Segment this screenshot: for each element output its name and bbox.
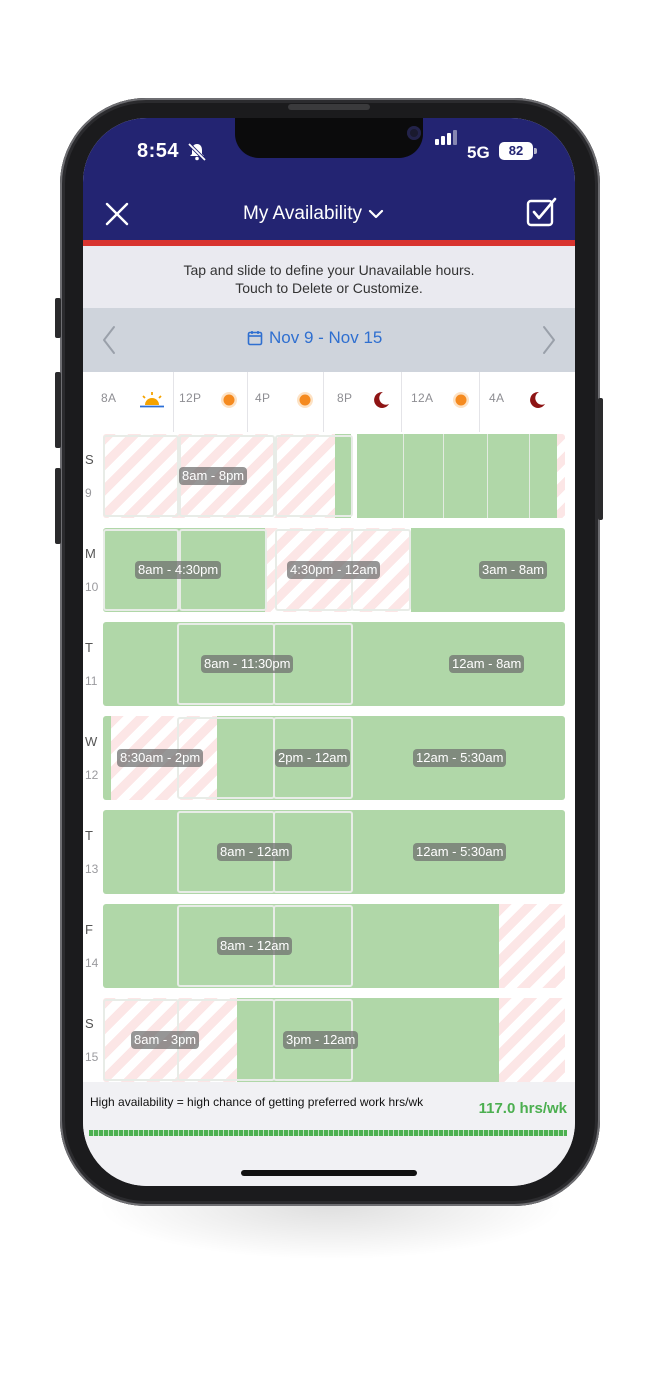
tick-label: 4A [489,391,505,405]
status-time: 8:54 [137,140,180,162]
sun-icon [221,392,237,408]
axis-separator [479,372,480,432]
day-letter: S [85,452,94,467]
sunrise-icon [140,392,164,408]
day-letter: F [85,922,93,937]
day-letter: W [85,734,98,749]
day-number: 13 [85,862,99,876]
chevron-left-icon[interactable] [99,324,119,356]
week-navigator: Nov 9 - Nov 15 [83,308,575,372]
unavailable-segment[interactable] [499,998,565,1082]
earpiece-speaker [288,104,370,110]
day-row-mon-10[interactable]: 8am - 4:30pm 4:30pm - 12am 3am - 8am [103,528,565,612]
availability-summary: High availability = high chance of getti… [83,1082,575,1186]
instructions-line-2: Touch to Delete or Customize. [235,280,423,296]
day-number: 14 [85,956,99,970]
tick-label: 8A [101,391,117,405]
day-row-thu-13[interactable]: 8am - 12am 12am - 5:30am [103,810,565,894]
axis-separator [247,372,248,432]
calendar-icon [247,331,263,346]
instructions-line-1: Tap and slide to define your Unavailable… [183,262,475,278]
day-row-sat-15[interactable]: 8am - 3pm 3pm - 12am [103,998,565,1082]
time-range-label[interactable]: 8am - 12am [217,843,293,861]
time-block[interactable] [275,435,353,517]
battery-icon: 82 [499,142,533,160]
hour-line [443,434,444,518]
front-camera [407,126,421,140]
mute-switch [55,298,61,338]
page-title: My Availability [243,203,362,224]
bell-muted-icon [187,142,207,162]
time-range-label[interactable]: 8am - 8pm [179,467,248,485]
day-letter: M [85,546,96,561]
axis-separator [323,372,324,432]
day-row-wed-12[interactable]: 8:30am - 2pm 2pm - 12am 12am - 5:30am [103,716,565,800]
day-number: 12 [85,768,99,782]
day-number: 9 [85,486,92,500]
tick-label: 12A [411,391,434,405]
battery-tip [534,148,537,154]
total-hours: 117.0 hrs/wk [478,1100,567,1117]
chevron-down-icon [368,209,384,219]
tick-label: 12P [179,391,202,405]
volume-up-button [55,372,61,448]
hour-line [487,434,488,518]
day-letter: S [85,1016,94,1031]
moon-icon [374,391,389,408]
day-number: 11 [85,674,98,688]
volume-down-button [55,468,61,544]
hour-line [529,434,530,518]
save-check-icon[interactable] [525,196,557,228]
time-axis: 8A 12P 4P 8P 12A 4A [83,372,575,432]
time-range-label[interactable]: 8am - 11:30pm [201,655,294,673]
time-range-label[interactable]: 12am - 5:30am [413,749,507,767]
battery-level: 82 [508,143,524,158]
day-number: 15 [85,1050,99,1064]
time-range-label[interactable]: 8:30am - 2pm [117,749,204,767]
power-button [598,398,603,520]
available-segment[interactable] [103,716,111,800]
time-range-label[interactable]: 3pm - 12am [283,1031,359,1049]
availability-grid: S 9 8am - 8pm M 10 8am - 4:30pm 4:30pm -… [83,432,575,1082]
availability-dropdown[interactable]: My Availability [243,200,384,228]
sun-icon [297,392,313,408]
hour-line [403,434,404,518]
time-range-label[interactable]: 3am - 8am [479,561,548,579]
notch [235,118,423,158]
tick-label: 4P [255,391,271,405]
instructions: Tap and slide to define your Unavailable… [83,246,575,308]
week-range-button[interactable]: Nov 9 - Nov 15 [247,328,382,348]
availability-meter [89,1130,567,1136]
day-row-sun-9[interactable]: 8am - 8pm [103,434,565,518]
home-indicator[interactable] [241,1170,417,1176]
chevron-right-icon[interactable] [539,324,559,356]
time-range-label[interactable]: 12am - 5:30am [413,843,507,861]
day-row-fri-14[interactable]: 8am - 12am [103,904,565,988]
tick-label: 8P [337,391,353,405]
time-range-label[interactable]: 4:30pm - 12am [287,561,381,579]
time-range-label[interactable]: 2pm - 12am [275,749,351,767]
day-number: 10 [85,580,99,594]
axis-separator [401,372,402,432]
moon-icon [530,391,545,408]
axis-separator [173,372,174,432]
time-block[interactable] [103,435,179,517]
network-type: 5G [467,143,490,162]
time-range-label[interactable]: 8am - 3pm [131,1031,200,1049]
time-range-label[interactable]: 8am - 4:30pm [135,561,222,579]
availability-message: High availability = high chance of getti… [90,1095,424,1109]
available-segment[interactable] [357,434,557,518]
day-row-tue-11[interactable]: 8am - 11:30pm 12am - 8am [103,622,565,706]
day-letter: T [85,828,93,843]
time-range-label[interactable]: 8am - 12am [217,937,293,955]
close-icon[interactable] [103,200,131,228]
unavailable-segment[interactable] [499,904,565,988]
phone-screen: 8:54 5G 82 My Availability Tap and slide… [83,118,575,1186]
unavailable-segment[interactable] [557,434,565,518]
week-range-label: Nov 9 - Nov 15 [269,328,383,347]
day-letter: T [85,640,93,655]
sun-icon [453,392,469,408]
time-range-label[interactable]: 12am - 8am [449,655,525,673]
